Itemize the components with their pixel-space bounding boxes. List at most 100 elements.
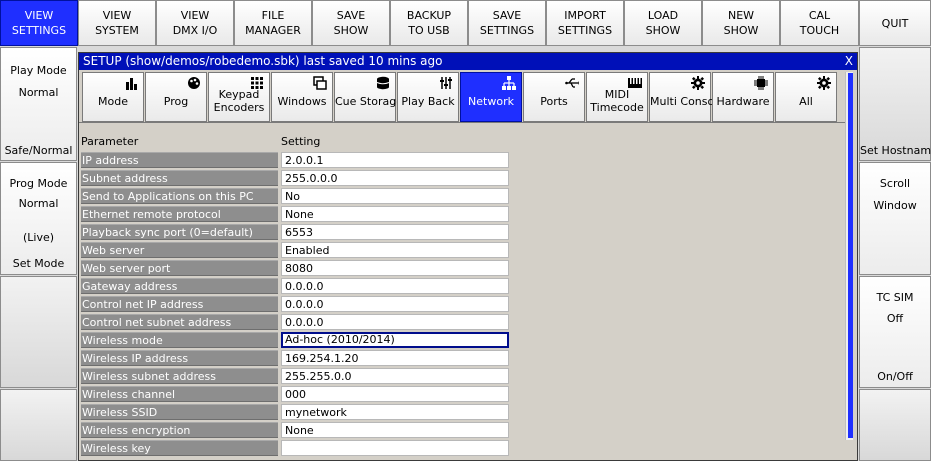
tab-label-line: Windows: [277, 95, 327, 108]
tc-sim-title: TC SIM: [876, 291, 914, 304]
tab-ports[interactable]: Ports: [523, 72, 585, 122]
setup-window: SETUP (show/demos/robedemo.sbk) last sav…: [78, 52, 858, 461]
tab-label-line: Encoders: [213, 101, 265, 114]
tab-all[interactable]: All: [775, 72, 837, 122]
setting-cell[interactable]: 0.0.0.0: [281, 296, 509, 312]
tab-midi-timecode[interactable]: MIDI Timecode: [586, 72, 648, 122]
tab-mode[interactable]: Mode: [82, 72, 144, 122]
table-row[interactable]: Subnet address 255.0.0.0: [81, 169, 511, 187]
setting-cell[interactable]: 255.255.0.0: [281, 368, 509, 384]
toolbar-label-line2: SHOW: [723, 24, 759, 37]
setting-cell[interactable]: None: [281, 206, 509, 222]
toolbar-label-line2: TOUCH: [799, 24, 840, 37]
toolbar-button-file-manager[interactable]: FILE MANAGER: [234, 0, 312, 46]
table-row[interactable]: Playback sync port (0=default) 6553: [81, 223, 511, 241]
setting-cell[interactable]: 255.0.0.0: [281, 170, 509, 186]
usb-icon: [565, 76, 579, 90]
setting-cell[interactable]: Ad-hoc (2010/2014): [281, 332, 509, 348]
table-row[interactable]: Ethernet remote protocol None: [81, 205, 511, 223]
table-row[interactable]: Web server port 8080: [81, 259, 511, 277]
setting-cell[interactable]: mynetwork: [281, 404, 509, 420]
tab-label: Play Back: [398, 95, 458, 108]
tab-label-line: Play Back: [401, 95, 455, 108]
setting-cell[interactable]: 000: [281, 386, 509, 402]
set-hostname-label: Set Hostname: [860, 144, 931, 157]
table-row[interactable]: Control net IP address 0.0.0.0: [81, 295, 511, 313]
database-icon: [376, 76, 390, 90]
left-empty-button-2[interactable]: [0, 389, 77, 461]
tab-hardware[interactable]: Hardware: [712, 72, 774, 122]
setting-cell[interactable]: 0.0.0.0: [281, 314, 509, 330]
tab-label-line: Mode: [98, 95, 128, 108]
table-row[interactable]: Wireless mode Ad-hoc (2010/2014): [81, 331, 511, 349]
table-row[interactable]: Web server Enabled: [81, 241, 511, 259]
parameter-cell: Wireless channel: [81, 386, 278, 402]
toolbar-button-cal-touch[interactable]: CAL TOUCH: [780, 0, 859, 46]
setting-cell[interactable]: 2.0.0.1: [281, 152, 509, 168]
toolbar-button-backup-to-usb[interactable]: BACKUP TO USB: [390, 0, 468, 46]
tab-prog[interactable]: Prog: [145, 72, 207, 122]
toolbar-button-view-settings[interactable]: VIEW SETTINGS: [0, 0, 78, 46]
toolbar-button-import-settings[interactable]: IMPORT SETTINGS: [546, 0, 624, 46]
table-row[interactable]: Send to Applications on this PC No: [81, 187, 511, 205]
toolbar-button-save-show[interactable]: SAVE SHOW: [312, 0, 390, 46]
tab-label-line: All: [799, 95, 813, 108]
scroll-title: Scroll: [879, 177, 911, 190]
table-row[interactable]: IP address 2.0.0.1: [81, 151, 511, 169]
right-empty-button[interactable]: [859, 389, 931, 461]
setting-cell[interactable]: Enabled: [281, 242, 509, 258]
table-row[interactable]: Wireless encryption None: [81, 421, 511, 439]
toolbar-label-line1: CAL: [808, 9, 831, 22]
parameter-cell: IP address: [81, 152, 278, 168]
palette-icon: [187, 76, 201, 90]
prog-mode-live: (Live): [22, 231, 55, 244]
gear-icon: [817, 76, 831, 90]
tab-keypad-encoders[interactable]: Keypad Encoders: [208, 72, 270, 122]
tab-windows[interactable]: Windows: [271, 72, 333, 122]
play-mode-button[interactable]: Play Mode Normal Safe/Normal: [0, 47, 77, 161]
toolbar-button-new-show[interactable]: NEW SHOW: [702, 0, 780, 46]
windows-icon: [313, 76, 327, 90]
prog-mode-button[interactable]: Prog Mode Normal (Live) Set Mode: [0, 162, 77, 275]
parameter-cell: Wireless encryption: [81, 422, 278, 438]
toolbar-label-line2: SHOW: [333, 24, 369, 37]
close-icon[interactable]: X: [845, 53, 853, 70]
tab-label-line: Network: [468, 95, 514, 108]
tab-play-back[interactable]: Play Back: [397, 72, 459, 122]
parameter-cell: Wireless key: [81, 440, 278, 456]
app-window: VIEW SETTINGS VIEW SYSTEM VIEW DMX I/O FILE MAN…: [0, 0, 931, 461]
parameter-cell: Wireless SSID: [81, 404, 278, 420]
setting-cell[interactable]: No: [281, 188, 509, 204]
toolbar-label-line2: SHOW: [645, 24, 681, 37]
tab-cue-storage[interactable]: Cue Storage: [334, 72, 403, 122]
tc-sim-button[interactable]: TC SIM Off On/Off: [859, 276, 931, 388]
parameter-cell: Wireless IP address: [81, 350, 278, 366]
parameter-cell: Gateway address: [81, 278, 278, 294]
toolbar-button-load-show[interactable]: LOAD SHOW: [624, 0, 702, 46]
play-mode-value: Normal: [18, 86, 59, 99]
table-row[interactable]: Gateway address 0.0.0.0: [81, 277, 511, 295]
toolbar-button-quit[interactable]: QUIT: [859, 0, 931, 46]
table-row[interactable]: Wireless subnet address 255.255.0.0: [81, 367, 511, 385]
left-empty-button-1[interactable]: [0, 276, 77, 388]
scrollbar-thumb[interactable]: [848, 73, 853, 438]
setting-cell[interactable]: 8080: [281, 260, 509, 276]
tab-multi-console[interactable]: Multi Console: [649, 72, 724, 122]
toolbar-button-view-system[interactable]: VIEW SYSTEM: [78, 0, 156, 46]
setting-cell[interactable]: 0.0.0.0: [281, 278, 509, 294]
setting-cell[interactable]: None: [281, 422, 509, 438]
setting-cell[interactable]: 169.254.1.20: [281, 350, 509, 366]
toolbar-button-view-dmx-i-o[interactable]: VIEW DMX I/O: [156, 0, 234, 46]
toolbar-button-save-settings[interactable]: SAVE SETTINGS: [468, 0, 546, 46]
parameter-cell: Send to Applications on this PC: [81, 188, 278, 204]
setting-cell[interactable]: 6553: [281, 224, 509, 240]
table-row[interactable]: Wireless key: [81, 439, 511, 457]
setting-cell[interactable]: [281, 440, 509, 456]
table-row[interactable]: Control net subnet address 0.0.0.0: [81, 313, 511, 331]
table-row[interactable]: Wireless SSID mynetwork: [81, 403, 511, 421]
table-row[interactable]: Wireless channel 000: [81, 385, 511, 403]
tab-network[interactable]: Network: [460, 72, 522, 122]
table-row[interactable]: Wireless IP address 169.254.1.20: [81, 349, 511, 367]
scroll-window-button[interactable]: Scroll Window: [859, 162, 931, 275]
set-hostname-button[interactable]: Set Hostname: [859, 47, 931, 161]
